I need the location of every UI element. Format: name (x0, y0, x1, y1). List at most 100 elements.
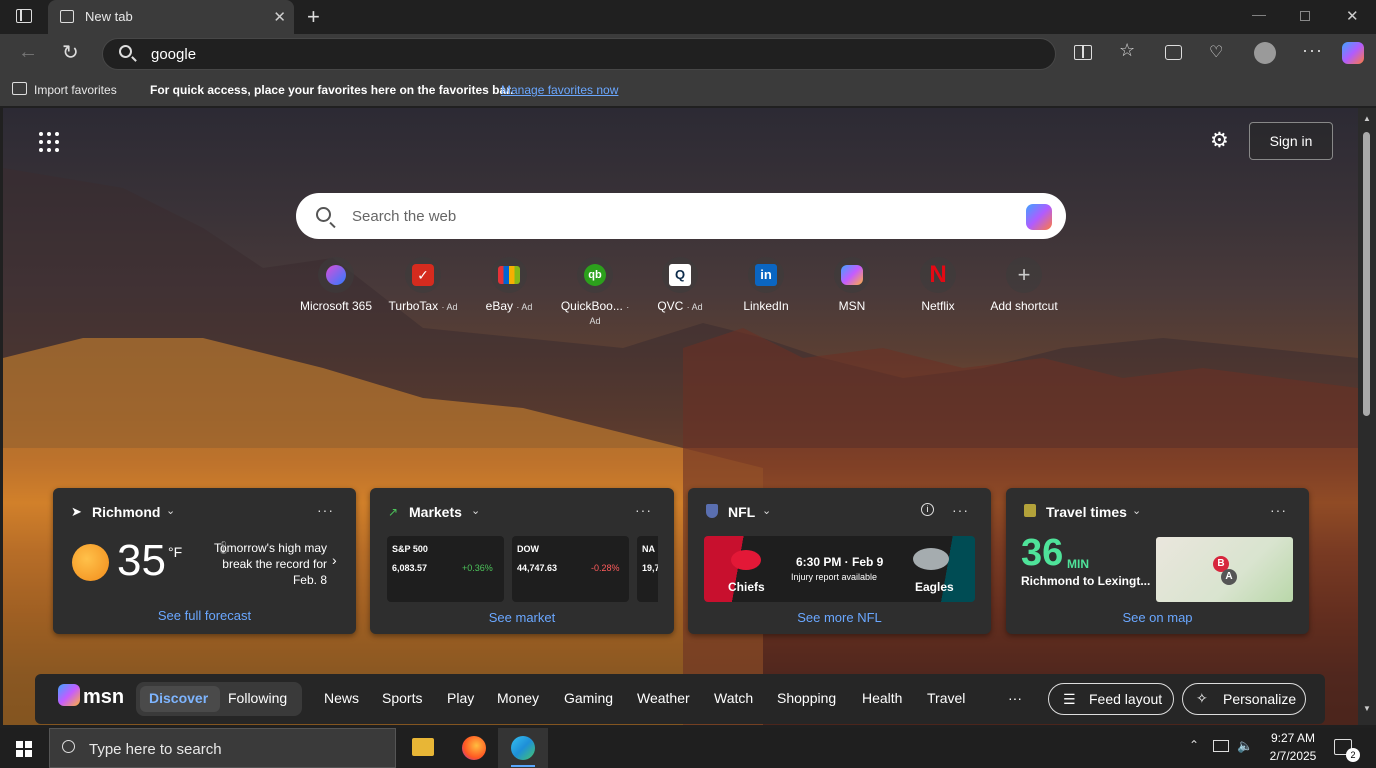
nav-gaming[interactable]: Gaming (564, 690, 613, 706)
see-more-nfl-link[interactable]: See more NFL (688, 610, 991, 625)
game-matchup[interactable]: Chiefs 6:30 PM · Feb 9 Injury report ava… (704, 536, 975, 602)
more-nav-icon[interactable]: ··· (1008, 690, 1022, 706)
add-shortcut-button[interactable]: + Add shortcut (984, 257, 1064, 313)
shortcut-msn[interactable]: MSN (812, 257, 892, 313)
see-market-link[interactable]: See market (370, 610, 674, 625)
linkedin-icon: in (748, 257, 784, 293)
web-search-box[interactable]: Search the web (296, 193, 1066, 239)
more-options-icon[interactable]: ··· (635, 502, 652, 518)
see-full-forecast-link[interactable]: See full forecast (53, 608, 356, 623)
restore-icon[interactable] (1300, 11, 1310, 21)
shortcut-quickbooks[interactable]: qb QuickBoo... · Ad (555, 257, 635, 327)
refresh-icon[interactable]: ↻ (62, 40, 79, 65)
shortcut-linkedin[interactable]: in LinkedIn (726, 257, 806, 313)
shortcut-turbotax[interactable]: ✓ TurboTax · Ad (383, 257, 463, 313)
nav-watch[interactable]: Watch (714, 690, 753, 706)
favorites-bar-message: For quick access, place your favorites h… (150, 83, 514, 97)
chevron-down-icon[interactable]: ⌄ (762, 504, 771, 517)
nav-money[interactable]: Money (497, 690, 539, 706)
firefox-icon[interactable] (462, 736, 486, 760)
route-map[interactable]: B A (1156, 537, 1293, 602)
settings-more-icon[interactable]: ··· (1302, 40, 1323, 61)
markets-card[interactable]: ↗ Markets ⌄ ··· S&P 500 6,083.57 +0.36% … (370, 488, 674, 634)
msn-butterfly-icon (834, 257, 870, 293)
nfl-card[interactable]: NFL ⌄ i ··· Chiefs 6:30 PM · Feb 9 Injur… (688, 488, 991, 634)
windows-start-icon[interactable] (16, 741, 32, 757)
more-options-icon[interactable]: ··· (317, 502, 334, 518)
travel-times-card[interactable]: Travel times ⌄ ··· 36 MIN Richmond to Le… (1006, 488, 1309, 634)
stock-quote-nasdaq[interactable]: NA 19,7 (637, 536, 658, 602)
nav-travel[interactable]: Travel (927, 690, 965, 706)
close-window-icon[interactable]: ✕ (1346, 7, 1359, 25)
minimize-icon[interactable]: — (1252, 6, 1266, 22)
clock-date[interactable]: 2/7/2025 (1264, 749, 1322, 763)
weather-location[interactable]: Richmond (92, 504, 160, 520)
msn-brand[interactable]: msn (83, 686, 124, 709)
scroll-down-icon[interactable]: ▼ (1363, 704, 1371, 713)
personalize-button[interactable]: ✧ Personalize (1182, 683, 1306, 715)
feed-layout-button[interactable]: ☰ Feed layout (1048, 683, 1174, 715)
nav-news[interactable]: News (324, 690, 359, 706)
close-tab-icon[interactable]: ✕ (273, 8, 286, 26)
chevron-right-icon[interactable]: › (332, 552, 337, 568)
collections-icon[interactable] (1165, 45, 1182, 60)
browser-essentials-icon[interactable]: ♡ (1209, 42, 1223, 62)
quote-change: +0.36% (462, 563, 493, 573)
nav-shopping[interactable]: Shopping (777, 690, 836, 706)
tab-actions-icon[interactable] (16, 9, 32, 23)
search-icon-handle (131, 56, 137, 62)
nfl-title[interactable]: NFL (728, 504, 755, 520)
copilot-icon[interactable] (1026, 204, 1052, 230)
scrollbar-thumb[interactable] (1363, 132, 1370, 416)
tab-new-tab[interactable]: New tab ✕ (48, 0, 294, 34)
sign-in-button[interactable]: Sign in (1249, 122, 1333, 160)
see-on-map-link[interactable]: See on map (1006, 610, 1309, 625)
favorites-icon[interactable]: ☆ (1119, 40, 1135, 61)
shortcut-netflix[interactable]: N Netflix (898, 257, 978, 313)
edge-icon[interactable] (511, 736, 535, 760)
chevron-down-icon[interactable]: ⌄ (471, 504, 480, 517)
stock-quote-dow[interactable]: DOW 44,747.63 -0.28% (512, 536, 629, 602)
nav-health[interactable]: Health (862, 690, 902, 706)
address-bar[interactable]: google (102, 38, 1056, 70)
sparkle-icon: ✧ (1196, 690, 1208, 706)
nav-weather[interactable]: Weather (637, 690, 690, 706)
weather-card[interactable]: ➤ Richmond ⌄ ··· 35 °F 🌡 Tomorrow's high… (53, 488, 356, 634)
travel-title[interactable]: Travel times (1046, 504, 1127, 520)
markets-title[interactable]: Markets (409, 504, 462, 520)
chevron-down-icon[interactable]: ⌄ (1132, 504, 1141, 517)
shortcut-qvc[interactable]: Q QVC · Ad (640, 257, 720, 313)
shortcut-microsoft-365[interactable]: Microsoft 365 (296, 257, 376, 313)
more-options-icon[interactable]: ··· (952, 502, 969, 518)
more-options-icon[interactable]: ··· (1270, 502, 1287, 518)
chevron-down-icon[interactable]: ⌄ (166, 504, 175, 517)
volume-muted-icon[interactable]: 🔈 (1237, 738, 1253, 754)
profile-avatar[interactable] (1254, 42, 1276, 64)
nav-sports[interactable]: Sports (382, 690, 422, 706)
new-tab-icon[interactable]: + (307, 4, 320, 30)
tab-following[interactable]: Following (228, 690, 287, 706)
apps-grid-icon[interactable] (39, 132, 59, 152)
show-hidden-icons[interactable]: ⌃ (1189, 738, 1199, 752)
active-app-indicator (511, 765, 535, 767)
info-icon[interactable]: i (921, 503, 934, 516)
scroll-up-icon[interactable]: ▲ (1363, 114, 1371, 123)
manage-favorites-link[interactable]: Manage favorites now (501, 83, 618, 97)
page-scrollbar[interactable]: ▲ ▼ (1358, 108, 1376, 725)
nav-play[interactable]: Play (447, 690, 474, 706)
back-icon[interactable]: ← (18, 41, 38, 64)
shortcut-label: Netflix (921, 299, 955, 313)
notification-count-badge: 2 (1346, 748, 1360, 762)
shortcut-ebay[interactable]: eBay · Ad (469, 257, 549, 313)
settings-gear-icon[interactable]: ⚙ (1210, 128, 1229, 153)
clock-time[interactable]: 9:27 AM (1268, 731, 1318, 745)
tab-discover[interactable]: Discover (149, 690, 208, 706)
file-explorer-icon[interactable] (412, 738, 434, 756)
stock-quote-sp500[interactable]: S&P 500 6,083.57 +0.36% (387, 536, 504, 602)
copilot-icon[interactable] (1342, 42, 1364, 64)
import-favorites-button[interactable]: Import favorites (34, 83, 117, 97)
network-icon[interactable] (1213, 740, 1229, 752)
search-icon (119, 45, 132, 58)
taskbar-search-box[interactable]: Type here to search (49, 728, 396, 768)
split-screen-icon[interactable] (1074, 45, 1092, 60)
